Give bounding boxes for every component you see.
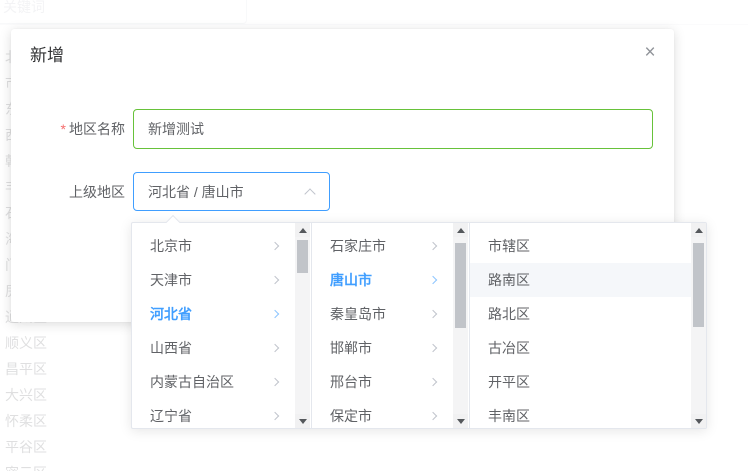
option-label: 邯郸市	[330, 340, 372, 356]
scrollbar-up-button[interactable]	[295, 223, 310, 237]
cascader-option-province[interactable]: 辽宁省	[132, 399, 311, 428]
dialog-title: 新增	[30, 44, 64, 68]
cascader-option-city[interactable]: 秦皇岛市	[312, 297, 469, 331]
cascader-option-district[interactable]: 路南区	[470, 263, 691, 297]
chevron-right-icon	[429, 378, 437, 386]
parent-region-label: 上级地区	[11, 172, 125, 212]
screen: 关键词 北京市市辖区东城区西城区朝阳区丰台区石景山区海淀区门头沟区房山区通州区顺…	[0, 0, 748, 471]
chevron-right-icon	[429, 242, 437, 250]
cascader-column-provinces: 北京市 天津市 河北省 山西省 内蒙古自治区	[132, 223, 312, 428]
option-label: 邢台市	[330, 374, 372, 390]
cascader-option-city[interactable]: 邢台市	[312, 365, 469, 399]
option-label: 辽宁省	[150, 408, 192, 424]
scrollbar[interactable]	[453, 223, 468, 428]
scrollbar-thumb[interactable]	[297, 240, 308, 273]
cascader-option-province[interactable]: 天津市	[132, 263, 311, 297]
option-label: 古冶区	[488, 340, 530, 356]
chevron-right-icon	[271, 412, 279, 420]
triangle-down-icon	[695, 419, 703, 424]
chevron-up-icon	[304, 188, 315, 199]
cascader-option-province[interactable]: 北京市	[132, 229, 311, 263]
scrollbar-down-button[interactable]	[691, 414, 706, 428]
triangle-up-icon	[299, 228, 307, 233]
cascader-option-province[interactable]: 河北省	[132, 297, 311, 331]
scrollbar-up-button[interactable]	[691, 223, 706, 237]
option-label: 路南区	[488, 272, 530, 288]
scrollbar-down-button[interactable]	[453, 414, 468, 428]
option-label: 石家庄市	[330, 238, 386, 254]
option-label: 内蒙古自治区	[150, 374, 234, 390]
scrollbar[interactable]	[691, 223, 706, 428]
option-label: 唐山市	[330, 272, 372, 288]
chevron-right-icon	[271, 310, 279, 318]
triangle-up-icon	[695, 228, 703, 233]
region-name-input[interactable]: 新增测试	[133, 109, 653, 149]
chevron-right-icon	[429, 276, 437, 284]
triangle-down-icon	[457, 419, 465, 424]
chevron-right-icon	[271, 276, 279, 284]
chevron-right-icon	[271, 242, 279, 250]
triangle-down-icon	[299, 419, 307, 424]
chevron-right-icon	[271, 378, 279, 386]
option-label: 市辖区	[488, 238, 530, 254]
scrollbar[interactable]	[295, 223, 310, 428]
cascader-option-district[interactable]: 丰南区	[470, 399, 691, 428]
chevron-right-icon	[429, 344, 437, 352]
cascader-dropdown: 北京市 天津市 河北省 山西省 内蒙古自治区	[131, 222, 707, 429]
parent-region-value: 河北省 / 唐山市	[148, 184, 244, 200]
cascader-option-city[interactable]: 邯郸市	[312, 331, 469, 365]
scrollbar-thumb[interactable]	[455, 243, 466, 328]
option-label: 路北区	[488, 306, 530, 322]
cascader-option-province[interactable]: 内蒙古自治区	[132, 365, 311, 399]
chevron-right-icon	[271, 344, 279, 352]
cascader-option-city[interactable]: 石家庄市	[312, 229, 469, 263]
option-label: 秦皇岛市	[330, 306, 386, 322]
cascader-column-districts: 市辖区 路南区 路北区 古冶区 开平区	[470, 223, 706, 428]
scrollbar-down-button[interactable]	[295, 414, 310, 428]
option-label: 天津市	[150, 272, 192, 288]
chevron-right-icon	[429, 310, 437, 318]
triangle-up-icon	[457, 228, 465, 233]
option-label: 河北省	[150, 306, 192, 322]
cascader-option-province[interactable]: 山西省	[132, 331, 311, 365]
option-label: 开平区	[488, 374, 530, 390]
required-asterisk: *	[61, 121, 66, 137]
region-name-label: *地区名称	[11, 109, 125, 149]
scrollbar-thumb[interactable]	[693, 243, 704, 327]
option-label: 北京市	[150, 238, 192, 254]
cascader-option-district[interactable]: 古冶区	[470, 331, 691, 365]
scrollbar-up-button[interactable]	[453, 223, 468, 237]
parent-region-cascader-input[interactable]: 河北省 / 唐山市	[133, 172, 330, 211]
cascader-column-cities: 石家庄市 唐山市 秦皇岛市 邯郸市 邢台市	[312, 223, 470, 428]
cascader-option-city[interactable]: 唐山市	[312, 263, 469, 297]
chevron-right-icon	[429, 412, 437, 420]
region-name-value: 新增测试	[148, 121, 204, 137]
cascader-option-district[interactable]: 路北区	[470, 297, 691, 331]
option-label: 保定市	[330, 408, 372, 424]
close-icon[interactable]: ×	[640, 43, 660, 63]
cascader-option-district[interactable]: 市辖区	[470, 229, 691, 263]
option-label: 山西省	[150, 340, 192, 356]
cascader-option-city[interactable]: 保定市	[312, 399, 469, 428]
option-label: 丰南区	[488, 408, 530, 424]
cascader-option-district[interactable]: 开平区	[470, 365, 691, 399]
